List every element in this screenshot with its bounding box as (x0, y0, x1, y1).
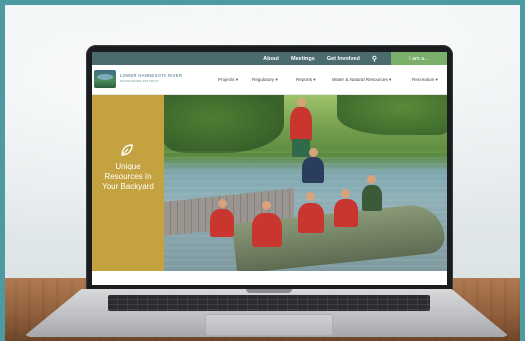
topbar-link-meetings[interactable]: Meetings (291, 56, 315, 62)
logo-icon[interactable] (94, 70, 116, 88)
content-below-hero (92, 275, 447, 285)
photo-person (334, 199, 358, 227)
leaf-icon (121, 144, 133, 156)
photo-trees-left (164, 95, 284, 153)
topbar-link-about[interactable]: About (263, 56, 279, 62)
photo-person (298, 203, 324, 233)
nav-item-projects[interactable]: Projects ▾ (218, 77, 238, 83)
photo-person (252, 213, 282, 247)
nav-item-regulatory[interactable]: Regulatory ▾ (252, 77, 278, 83)
nav-item-reports[interactable]: Reports ▾ (296, 77, 316, 83)
photo-person (362, 185, 382, 211)
hero-section: Unique Resources In Your Backyard (92, 95, 447, 275)
logo-subtitle: WATERSHED DISTRICT (120, 79, 159, 83)
logo-title[interactable]: LOWER HANNESOTA RIVER (120, 73, 182, 78)
photo-person-head (341, 189, 350, 198)
hero-heading: Unique Resources In Your Backyard (102, 162, 154, 191)
photo-person-head (297, 98, 306, 107)
photo-person (210, 209, 234, 237)
photo-person-head (262, 201, 271, 210)
laptop-screen: About Meetings Get Involved ⚲ I am a... … (92, 52, 447, 285)
search-icon[interactable]: ⚲ (372, 55, 377, 63)
hero-text-panel: Unique Resources In Your Backyard (92, 95, 164, 271)
nav-item-recreation[interactable]: Recreation ▾ (412, 77, 438, 83)
photo-person-standing-legs (292, 139, 310, 157)
topbar-link-get-involved[interactable]: Get Involved (327, 56, 360, 62)
laptop-hinge (246, 289, 292, 293)
utility-bar: About Meetings Get Involved ⚲ I am a... (92, 52, 447, 65)
main-navigation: LOWER HANNESOTA RIVER WATERSHED DISTRICT… (92, 65, 447, 95)
i-am-a-button[interactable]: I am a... (391, 52, 447, 65)
photo-person-head (218, 199, 227, 208)
photo-person (302, 157, 324, 183)
photo-person-head (306, 192, 315, 201)
laptop-trackpad (205, 314, 333, 336)
photo-person-head (367, 175, 376, 184)
hero-photo (164, 95, 447, 271)
photo-trees-right (337, 95, 447, 135)
laptop-keyboard (108, 295, 430, 311)
photo-person-head (309, 148, 318, 157)
photo-person-standing (290, 107, 312, 141)
nav-item-water-natural-resources[interactable]: Water & Natural Resources ▾ (332, 77, 391, 83)
